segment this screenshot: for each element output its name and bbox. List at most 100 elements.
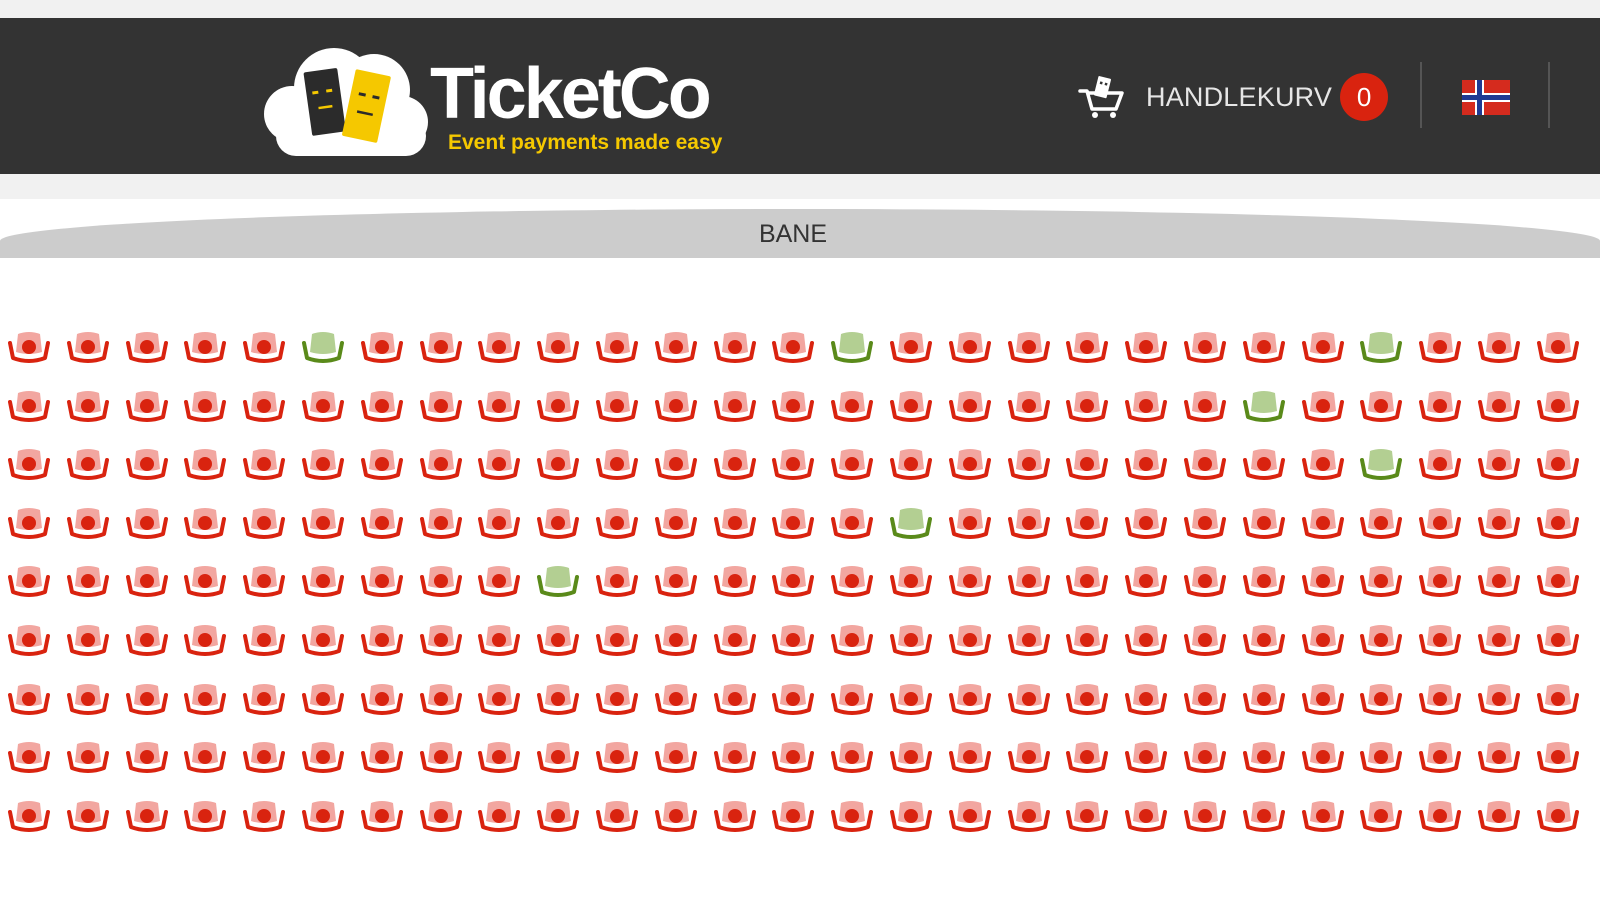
seat-taken-icon bbox=[242, 740, 286, 774]
seat-taken-icon bbox=[125, 799, 169, 833]
seat-taken-icon bbox=[1124, 682, 1168, 716]
seat-taken-icon bbox=[889, 389, 933, 423]
seat-available-icon[interactable] bbox=[1359, 330, 1403, 364]
seat-taken-icon bbox=[1301, 623, 1345, 657]
seat-taken-icon bbox=[713, 447, 757, 481]
seat-taken-icon bbox=[1183, 506, 1227, 540]
seat-taken-icon bbox=[1124, 389, 1168, 423]
seat-taken-icon bbox=[830, 623, 874, 657]
seat-taken-icon bbox=[536, 740, 580, 774]
seat-taken-icon bbox=[1536, 389, 1580, 423]
seat-taken-icon bbox=[1418, 682, 1462, 716]
seat-taken-icon bbox=[536, 682, 580, 716]
seat-available-icon[interactable] bbox=[830, 330, 874, 364]
seat-taken-icon bbox=[1065, 564, 1109, 598]
seat-taken-icon bbox=[713, 740, 757, 774]
seat-taken-icon bbox=[948, 506, 992, 540]
seat-taken-icon bbox=[830, 682, 874, 716]
seat-taken-icon bbox=[595, 389, 639, 423]
seat-taken-icon bbox=[1301, 447, 1345, 481]
seat-taken-icon bbox=[1536, 447, 1580, 481]
seat-taken-icon bbox=[1007, 564, 1051, 598]
seat-taken-icon bbox=[654, 506, 698, 540]
seat-taken-icon bbox=[1242, 623, 1286, 657]
seat-taken-icon bbox=[419, 799, 463, 833]
seat-taken-icon bbox=[419, 740, 463, 774]
seat-taken-icon bbox=[66, 740, 110, 774]
seat-taken-icon bbox=[242, 682, 286, 716]
seat-taken-icon bbox=[1124, 506, 1168, 540]
seat-taken-icon bbox=[1359, 564, 1403, 598]
seat-taken-icon bbox=[889, 623, 933, 657]
seat-taken-icon bbox=[654, 330, 698, 364]
seat-taken-icon bbox=[771, 799, 815, 833]
seat-taken-icon bbox=[713, 623, 757, 657]
seat-taken-icon bbox=[1536, 682, 1580, 716]
seat-available-icon[interactable] bbox=[536, 564, 580, 598]
seat-taken-icon bbox=[1065, 740, 1109, 774]
seat-taken-icon bbox=[125, 389, 169, 423]
seat-taken-icon bbox=[595, 740, 639, 774]
seat-taken-icon bbox=[771, 447, 815, 481]
seat-taken-icon bbox=[771, 506, 815, 540]
seat-taken-icon bbox=[1065, 506, 1109, 540]
seat-taken-icon bbox=[654, 682, 698, 716]
seat-taken-icon bbox=[1242, 682, 1286, 716]
seat-taken-icon bbox=[948, 389, 992, 423]
seat-taken-icon bbox=[66, 506, 110, 540]
seat-taken-icon bbox=[242, 799, 286, 833]
seat-available-icon[interactable] bbox=[1242, 389, 1286, 423]
seat-taken-icon bbox=[830, 447, 874, 481]
seat-taken-icon bbox=[771, 389, 815, 423]
seat-taken-icon bbox=[1477, 682, 1521, 716]
seat-taken-icon bbox=[1359, 506, 1403, 540]
seat-taken-icon bbox=[7, 682, 51, 716]
seat-taken-icon bbox=[477, 799, 521, 833]
seat-taken-icon bbox=[66, 564, 110, 598]
seat-taken-icon bbox=[1183, 330, 1227, 364]
seat-taken-icon bbox=[889, 682, 933, 716]
seat-taken-icon bbox=[66, 799, 110, 833]
seat-taken-icon bbox=[1183, 623, 1227, 657]
seat-taken-icon bbox=[360, 447, 404, 481]
seat-taken-icon bbox=[419, 623, 463, 657]
seat-taken-icon bbox=[1007, 682, 1051, 716]
seat-taken-icon bbox=[1065, 682, 1109, 716]
seat-taken-icon bbox=[242, 330, 286, 364]
seat-taken-icon bbox=[1477, 447, 1521, 481]
seat-taken-icon bbox=[1418, 389, 1462, 423]
seat-available-icon[interactable] bbox=[301, 330, 345, 364]
seat-taken-icon bbox=[183, 740, 227, 774]
seat-taken-icon bbox=[713, 564, 757, 598]
seat-taken-icon bbox=[1183, 740, 1227, 774]
seat-taken-icon bbox=[595, 447, 639, 481]
seat-taken-icon bbox=[1124, 564, 1168, 598]
seat-taken-icon bbox=[242, 623, 286, 657]
seat-taken-icon bbox=[948, 623, 992, 657]
seat-taken-icon bbox=[595, 506, 639, 540]
seat-taken-icon bbox=[477, 740, 521, 774]
seat-taken-icon bbox=[1183, 682, 1227, 716]
seat-taken-icon bbox=[654, 623, 698, 657]
seat-taken-icon bbox=[1536, 506, 1580, 540]
seat-taken-icon bbox=[183, 330, 227, 364]
seat-taken-icon bbox=[360, 389, 404, 423]
seat-taken-icon bbox=[948, 564, 992, 598]
seat-taken-icon bbox=[183, 506, 227, 540]
seat-taken-icon bbox=[1359, 389, 1403, 423]
seat-taken-icon bbox=[66, 623, 110, 657]
seat-available-icon[interactable] bbox=[889, 506, 933, 540]
seat-taken-icon bbox=[771, 564, 815, 598]
seat-taken-icon bbox=[242, 506, 286, 540]
seat-taken-icon bbox=[654, 389, 698, 423]
seat-available-icon[interactable] bbox=[1359, 447, 1403, 481]
seat-taken-icon bbox=[1183, 389, 1227, 423]
seat-taken-icon bbox=[1301, 389, 1345, 423]
seat-taken-icon bbox=[360, 506, 404, 540]
seat-taken-icon bbox=[830, 740, 874, 774]
seat-taken-icon bbox=[595, 799, 639, 833]
seat-taken-icon bbox=[595, 564, 639, 598]
seat-taken-icon bbox=[1536, 564, 1580, 598]
seat-taken-icon bbox=[242, 447, 286, 481]
seat-taken-icon bbox=[1359, 799, 1403, 833]
